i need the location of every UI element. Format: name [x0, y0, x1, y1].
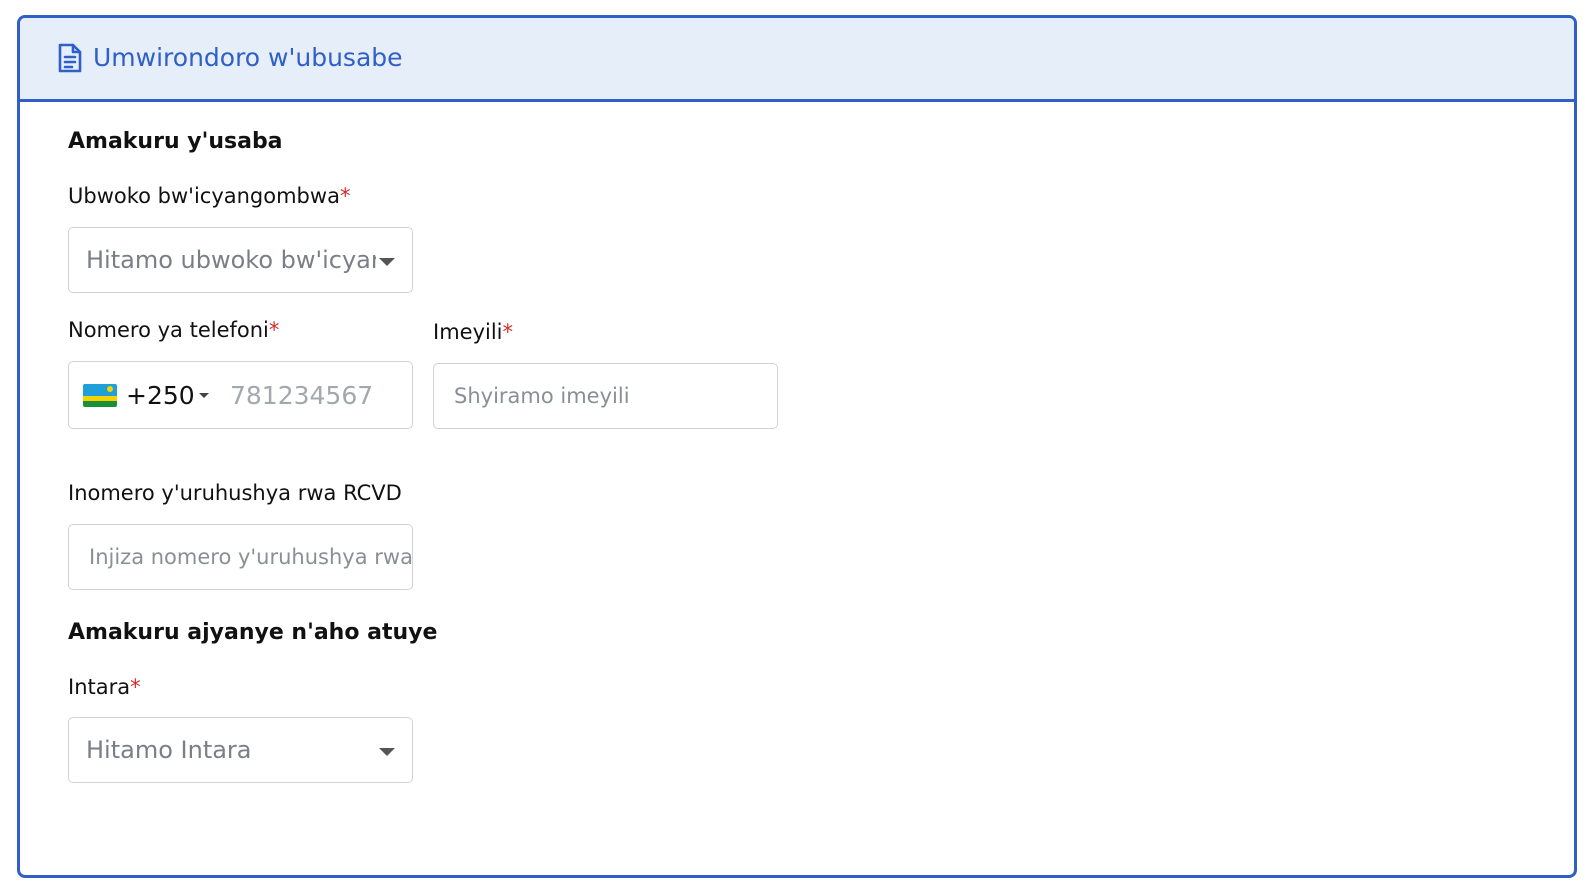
email-label-text: Imeyili [433, 320, 503, 344]
dial-code[interactable]: +250 [126, 362, 195, 428]
card-header: Umwirondoro w'ubusabe [20, 18, 1574, 102]
province-label-text: Intara [68, 675, 131, 699]
phone-input[interactable] [226, 362, 406, 428]
phone-field: +250 [68, 361, 413, 429]
province-label: Intara* [68, 673, 141, 701]
required-mark: * [339, 184, 351, 208]
document-icon [57, 42, 83, 74]
id-type-select-placeholder: Hitamo ubwoko bw'icyangombwa [86, 246, 376, 274]
section-title-applicant: Amakuru y'usaba [68, 129, 283, 154]
required-mark: * [268, 318, 280, 342]
province-select[interactable]: Hitamo Intara [68, 717, 413, 783]
id-type-label: Ubwoko bw'icyangombwa* [68, 182, 350, 210]
card-title: Umwirondoro w'ubusabe [93, 43, 403, 72]
phone-label: Nomero ya telefoni* [68, 316, 279, 344]
rcvd-label: Inomero y'uruhushya rwa RCVD [68, 481, 402, 505]
rcvd-field [68, 524, 413, 590]
email-input[interactable] [434, 364, 777, 428]
email-label: Imeyili* [433, 318, 513, 346]
chevron-down-icon[interactable] [199, 393, 209, 398]
chevron-down-icon [379, 748, 395, 756]
phone-label-text: Nomero ya telefoni [68, 318, 269, 342]
section-title-location: Amakuru ajyanye n'aho atuye [68, 620, 438, 645]
required-mark: * [130, 675, 141, 699]
rwanda-flag-icon[interactable] [83, 384, 117, 407]
province-select-placeholder: Hitamo Intara [86, 736, 252, 764]
id-type-label-text: Ubwoko bw'icyangombwa [68, 184, 340, 208]
id-type-select[interactable]: Hitamo ubwoko bw'icyangombwa [68, 227, 413, 293]
chevron-down-icon [379, 258, 395, 266]
email-field [433, 363, 778, 429]
required-mark: * [502, 320, 514, 344]
rcvd-input[interactable] [69, 525, 412, 589]
application-profile-card: Umwirondoro w'ubusabe Amakuru y'usaba Ub… [17, 15, 1577, 878]
